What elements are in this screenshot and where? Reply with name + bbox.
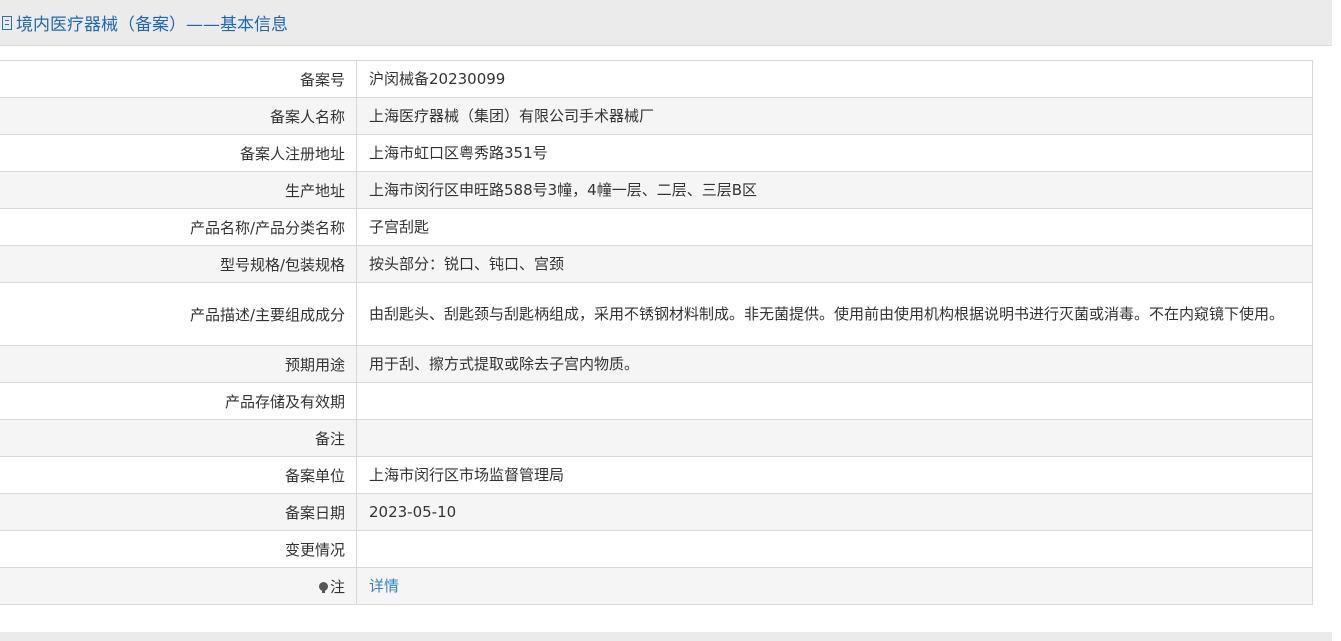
note-label-cell: 注 — [0, 567, 357, 605]
bottom-divider — [0, 632, 1332, 641]
table-row: 备案人名称 上海医疗器械（集团）有限公司手术器械厂 — [0, 97, 1313, 135]
row-label: 备案人注册地址 — [0, 134, 357, 172]
table-row: 备案号 沪闵械备20230099 — [0, 60, 1313, 98]
row-label: 备案单位 — [0, 456, 357, 494]
row-label: 变更情况 — [0, 530, 357, 568]
row-label: 产品描述/主要组成成分 — [0, 282, 357, 346]
row-label: 型号规格/包装规格 — [0, 245, 357, 283]
table-row: 备注 — [0, 419, 1313, 457]
table-row: 备案单位 上海市闵行区市场监督管理局 — [0, 456, 1313, 494]
row-label: 产品名称/产品分类名称 — [0, 208, 357, 246]
row-label: 备案号 — [0, 60, 357, 98]
detail-table: 备案号 沪闵械备20230099 备案人名称 上海医疗器械（集团）有限公司手术器… — [0, 60, 1313, 605]
row-value: 上海市闵行区市场监督管理局 — [356, 456, 1313, 494]
row-value: 子宫刮匙 — [356, 208, 1313, 246]
row-label: 产品存储及有效期 — [0, 382, 357, 420]
row-value: 按头部分：锐口、钝口、宫颈 — [356, 245, 1313, 283]
row-label: 生产地址 — [0, 171, 357, 209]
note-row: 注 详情 — [0, 567, 1313, 605]
row-value — [356, 530, 1313, 568]
lightbulb-icon — [318, 581, 328, 593]
table-row: 备案日期 2023-05-10 — [0, 493, 1313, 531]
table-row: 产品存储及有效期 — [0, 382, 1313, 420]
note-value-cell: 详情 — [356, 567, 1313, 605]
row-value: 上海市闵行区申旺路588号3幢，4幢一层、二层、三层B区 — [356, 171, 1313, 209]
row-value: 2023-05-10 — [356, 493, 1313, 531]
row-value — [356, 419, 1313, 457]
table-row: 备案人注册地址 上海市虹口区粤秀路351号 — [0, 134, 1313, 172]
page-header: 境内医疗器械（备案）——基本信息 — [0, 0, 1332, 46]
table-row: 生产地址 上海市闵行区申旺路588号3幢，4幢一层、二层、三层B区 — [0, 171, 1313, 209]
table-row: 变更情况 — [0, 530, 1313, 568]
note-label: 注 — [329, 577, 345, 596]
details-link[interactable]: 详情 — [369, 577, 399, 595]
page-title: 境内医疗器械（备案）——基本信息 — [16, 15, 288, 35]
row-label: 备案人名称 — [0, 97, 357, 135]
row-value: 上海医疗器械（集团）有限公司手术器械厂 — [356, 97, 1313, 135]
table-row: 产品描述/主要组成成分 由刮匙头、刮匙颈与刮匙柄组成，采用不锈钢材料制成。非无菌… — [0, 282, 1313, 346]
row-value: 上海市虹口区粤秀路351号 — [356, 134, 1313, 172]
page-edge — [1332, 0, 1341, 641]
row-label: 备注 — [0, 419, 357, 457]
row-label: 预期用途 — [0, 345, 357, 383]
table-row: 预期用途 用于刮、擦方式提取或除去子宫内物质。 — [0, 345, 1313, 383]
row-value — [356, 382, 1313, 420]
table-row: 产品名称/产品分类名称 子宫刮匙 — [0, 208, 1313, 246]
row-value: 由刮匙头、刮匙颈与刮匙柄组成，采用不锈钢材料制成。非无菌提供。使用前由使用机构根… — [356, 282, 1313, 346]
document-icon — [2, 15, 12, 30]
row-label: 备案日期 — [0, 493, 357, 531]
row-value: 沪闵械备20230099 — [356, 60, 1313, 98]
row-value: 用于刮、擦方式提取或除去子宫内物质。 — [356, 345, 1313, 383]
table-row: 型号规格/包装规格 按头部分：锐口、钝口、宫颈 — [0, 245, 1313, 283]
